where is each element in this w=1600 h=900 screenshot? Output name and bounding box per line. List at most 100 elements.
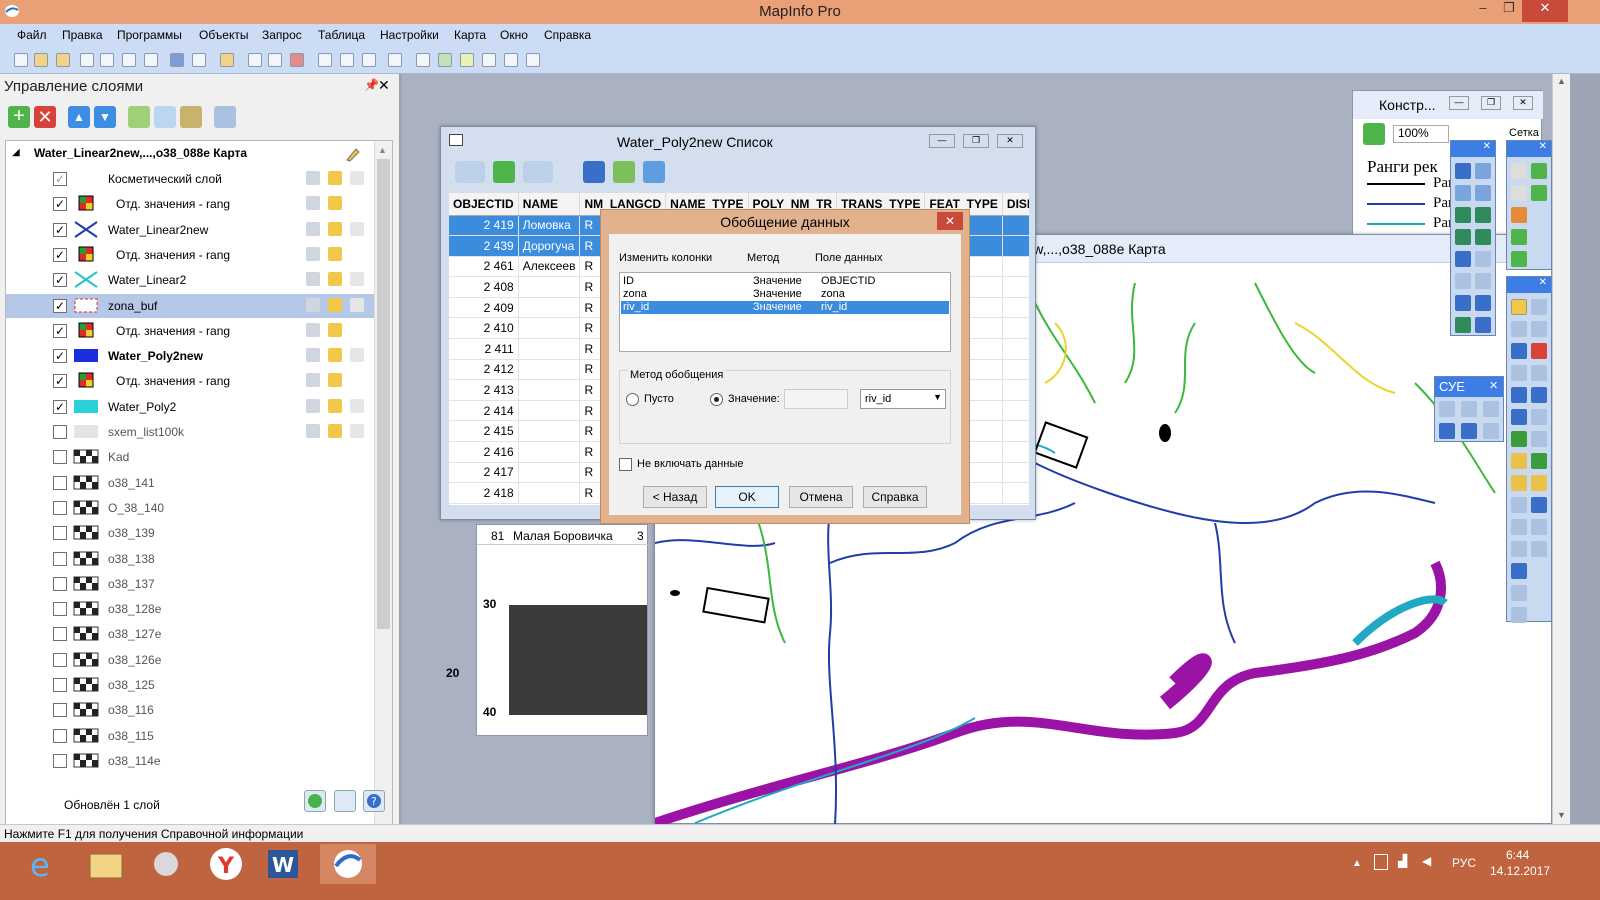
select-layer-icon[interactable] — [328, 171, 342, 185]
list-close-icon[interactable]: ✕ — [997, 134, 1023, 148]
layer-row[interactable]: o38_127e — [6, 622, 378, 646]
polyline-tool-icon[interactable] — [1455, 185, 1471, 201]
layer-visibility-checkbox[interactable] — [53, 703, 67, 718]
save-query-icon[interactable] — [144, 53, 158, 67]
rounded-rect-tool-icon[interactable] — [1475, 229, 1491, 245]
sue-tool-1-icon[interactable] — [1439, 401, 1455, 417]
save-copy-icon[interactable] — [122, 53, 136, 67]
sue-tool-6-icon[interactable] — [1483, 423, 1499, 439]
menu-table[interactable]: Таблица — [318, 28, 365, 42]
rscroll-down-icon[interactable]: ▼ — [1557, 810, 1566, 820]
collapse-icon[interactable]: ◢ — [12, 147, 20, 158]
cut-icon[interactable] — [318, 53, 332, 67]
select-arrow-icon[interactable] — [1511, 299, 1527, 315]
edit-layer-icon[interactable] — [306, 322, 320, 337]
ie-icon[interactable]: e — [18, 844, 74, 884]
layer-visibility-checkbox[interactable] — [53, 450, 67, 465]
layer-row[interactable]: ✓ Water_Poly2new — [6, 344, 378, 368]
menu-objects[interactable]: Объекты — [199, 28, 249, 42]
select-layer-icon[interactable] — [328, 398, 342, 413]
exclude-checkbox[interactable] — [619, 458, 632, 471]
layer-row[interactable]: o38_141 — [6, 471, 378, 495]
options-icon[interactable] — [1511, 607, 1527, 623]
layer-visibility-checkbox[interactable] — [53, 652, 67, 667]
layer-visibility-checkbox[interactable]: ✓ — [53, 349, 67, 364]
chart-tool-icon[interactable] — [1531, 185, 1547, 201]
column-list-row[interactable]: riv_id Значение riv_id — [621, 301, 949, 314]
menu-help[interactable]: Справка — [544, 28, 591, 42]
label-layer-icon[interactable] — [350, 221, 364, 236]
apply-icon[interactable] — [304, 790, 326, 812]
layer-visibility-checkbox[interactable]: ✓ — [53, 374, 67, 389]
minimize-icon[interactable]: – — [1470, 0, 1496, 22]
layer-row[interactable]: ✓ Отд. значения - rang — [6, 243, 378, 267]
marquee-select-icon[interactable] — [1531, 299, 1547, 315]
new-mapper-icon[interactable] — [438, 53, 452, 67]
select-layer-icon[interactable] — [328, 246, 342, 261]
layer-row[interactable]: o38_114e — [6, 749, 378, 773]
layer-row[interactable]: o38_137 — [6, 572, 378, 596]
ruler-icon[interactable] — [1531, 475, 1547, 491]
konstr-zoom-select[interactable]: 100% — [1393, 125, 1449, 143]
list-tool-columns-icon[interactable] — [643, 161, 665, 183]
select-layer-icon[interactable] — [328, 373, 342, 388]
move-down-icon[interactable]: ▼ — [94, 106, 116, 128]
select-layer-icon[interactable] — [328, 196, 342, 211]
clock-date[interactable]: 14.12.2017 — [1490, 864, 1550, 878]
layer-row[interactable]: ✓ Отд. значения - rang — [6, 192, 378, 216]
ellipse-tool-icon[interactable] — [1475, 207, 1491, 223]
word-icon[interactable]: W — [256, 844, 312, 884]
undo-icon[interactable] — [388, 53, 402, 67]
text-tool-icon[interactable] — [1455, 251, 1471, 267]
print-preview-icon[interactable] — [248, 53, 262, 67]
legend-icon[interactable] — [1511, 497, 1527, 513]
label-layer-icon[interactable] — [350, 171, 364, 185]
clip-region-icon[interactable] — [1511, 541, 1527, 557]
rectangle-tool-icon[interactable] — [1455, 229, 1471, 245]
drag-window-icon[interactable] — [1531, 453, 1547, 469]
konstr-restore-icon[interactable]: ❐ — [1481, 96, 1501, 110]
layer-scrollbar[interactable]: ▲ ▼ — [374, 141, 392, 847]
help-button[interactable]: Справка — [863, 486, 927, 508]
layer-visibility-checkbox[interactable] — [53, 627, 67, 642]
sue-tool-5-icon[interactable] — [1461, 423, 1477, 439]
layer-visibility-checkbox[interactable]: ✓ — [53, 172, 67, 186]
select-layer-icon[interactable] — [328, 272, 342, 287]
pin-icon[interactable]: 📌 — [364, 78, 379, 92]
label-layer-icon[interactable] — [350, 297, 364, 312]
layer-row[interactable]: o38_128e — [6, 597, 378, 621]
layer-row[interactable]: ✓ Water_Linear2 — [6, 268, 378, 292]
column-header[interactable]: DISF — [1002, 193, 1029, 216]
layer-visibility-checkbox[interactable] — [53, 728, 67, 743]
zoom-out-icon[interactable] — [1531, 387, 1547, 403]
save-workspace-icon[interactable] — [192, 53, 206, 67]
globe-tool-icon[interactable] — [1531, 163, 1547, 179]
line-style-icon[interactable] — [1455, 295, 1471, 311]
menu-map[interactable]: Карта — [454, 28, 486, 42]
list-minimize-icon[interactable]: — — [929, 134, 955, 148]
input-language[interactable]: РУС — [1452, 856, 1476, 870]
layer-row[interactable]: o38_116 — [6, 698, 378, 722]
layer-row[interactable]: ✓ zona_buf — [6, 293, 378, 318]
edit-layer-icon[interactable] — [306, 272, 320, 287]
menu-edit[interactable]: Правка — [62, 28, 103, 42]
layout-icon[interactable] — [1511, 585, 1527, 601]
layer-row[interactable]: sxem_list100k — [6, 420, 378, 444]
scroll-up-icon[interactable]: ▲ — [378, 145, 387, 155]
new-browser-icon[interactable] — [416, 53, 430, 67]
volume-icon[interactable]: ◀ — [1422, 854, 1431, 868]
konstr-grid-label[interactable]: Сетка — [1509, 127, 1539, 139]
menu-programs[interactable]: Программы — [117, 28, 182, 42]
edit-layer-icon[interactable] — [306, 196, 320, 211]
layer-visibility-checkbox[interactable] — [53, 475, 67, 490]
refresh-layers-icon[interactable] — [154, 106, 176, 128]
columns-list[interactable]: ID Значение OBJECTID zona Значение zona riv_id… — [619, 272, 951, 352]
label-layer-icon[interactable] — [350, 424, 364, 438]
save-table-icon[interactable] — [100, 53, 114, 67]
layer-row[interactable]: o38_138 — [6, 547, 378, 571]
new-graph-icon[interactable] — [460, 53, 474, 67]
menu-settings[interactable]: Настройки — [380, 28, 439, 42]
radius-select-icon[interactable] — [1511, 321, 1527, 337]
move-up-icon[interactable]: ▲ — [68, 106, 90, 128]
symbol-style-icon[interactable] — [1455, 317, 1471, 333]
